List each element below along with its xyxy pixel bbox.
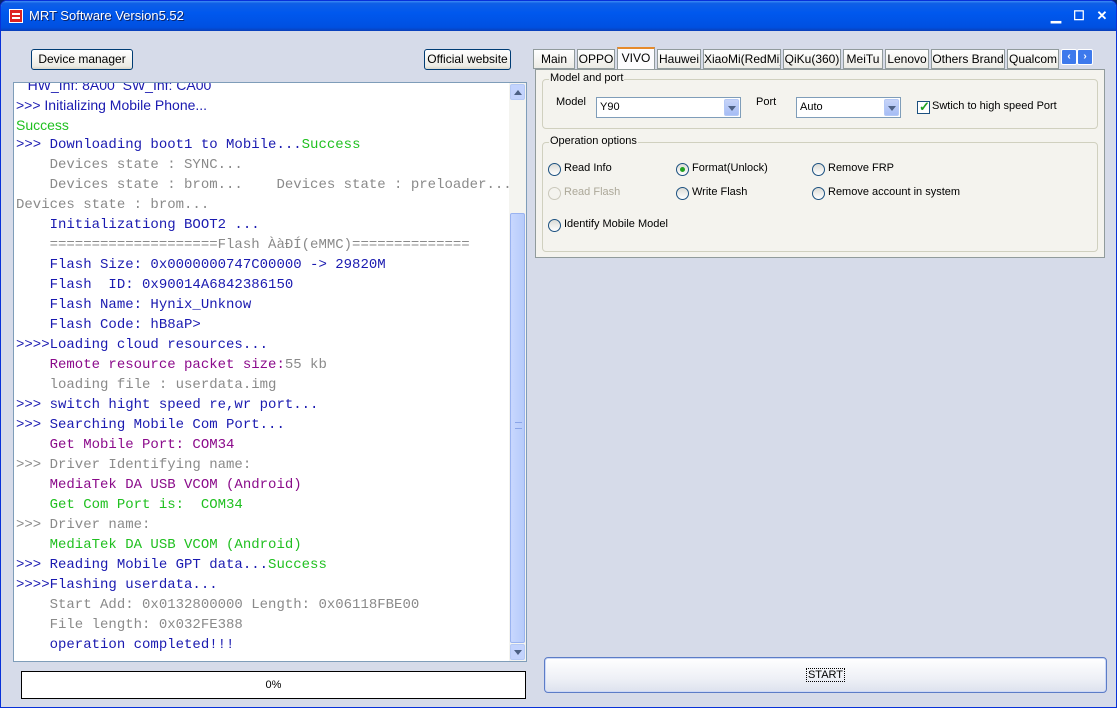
tab-meitu[interactable]: MeiTu — [843, 49, 883, 69]
remove-frp-radio[interactable] — [812, 163, 825, 176]
maximize-icon[interactable]: ☐ — [1069, 6, 1089, 26]
log-line: Remote resource packet size:55 kb — [16, 355, 506, 375]
log-line-segment: >>> Reading Mobile GPT data... — [16, 557, 269, 573]
format-unlock-radio[interactable] — [676, 163, 689, 176]
tab-oppo[interactable]: OPPO — [577, 49, 615, 69]
log-lines: HW_Inf: 8A00 SW_Inf: CA00 >>> Initializin… — [16, 82, 512, 655]
port-value: Auto — [800, 101, 823, 113]
tab-vivo[interactable]: VIVO — [617, 47, 655, 70]
start-button-label: START — [805, 668, 846, 682]
progress-bar: 0% — [21, 671, 526, 699]
log-line: Flash Size: 0x0000000747C00000 -> 29820M — [16, 257, 386, 273]
close-icon[interactable]: ✕ — [1092, 6, 1112, 26]
log-line: Success — [16, 117, 69, 133]
log-line: >>> Initializing Mobile Phone... — [16, 97, 208, 113]
log-line: Devices state : SYNC... — [16, 157, 243, 173]
log-line: >>>>Flashing userdata... — [16, 577, 218, 593]
chevron-down-icon[interactable] — [724, 99, 739, 116]
scroll-thumb[interactable] — [510, 213, 525, 643]
log-line: >>> Downloading boot1 to Mobile...Succes… — [16, 135, 506, 155]
operation-options-legend: Operation options — [549, 135, 638, 147]
remove-account-label[interactable]: Remove account in system — [828, 186, 960, 198]
read-info-label[interactable]: Read Info — [564, 162, 612, 174]
chevron-down-icon[interactable] — [884, 99, 899, 116]
title-bar[interactable]: MRT Software Version5.52 ▁ ☐ ✕ — [1, 1, 1116, 31]
port-select[interactable]: Auto — [796, 97, 901, 118]
log-output[interactable]: HW_Inf: 8A00 SW_Inf: CA00 >>> Initializin… — [13, 82, 527, 662]
log-line: operation completed!!! — [16, 637, 235, 653]
scroll-up-icon[interactable] — [510, 84, 525, 100]
chevron-left-icon[interactable]: ‹ — [1061, 49, 1077, 65]
brand-tabs: Main OPPO VIVO Hauwei XiaoMi(RedMi) QiKu(360)… — [533, 47, 1095, 70]
log-line: Devices state : brom... — [16, 197, 210, 213]
format-unlock-label[interactable]: Format(Unlock) — [692, 162, 768, 174]
progress-label: 0% — [265, 679, 282, 691]
tab-main[interactable]: Main — [533, 49, 575, 69]
log-line: >>> Driver name: — [16, 517, 151, 533]
log-line: Flash ID: 0x90014A6842386150 — [16, 277, 294, 293]
minimize-icon[interactable]: ▁ — [1046, 6, 1066, 26]
app-logo-icon — [9, 9, 23, 23]
client-area: Device manager Official website HW_Inf: … — [5, 31, 1112, 705]
log-line: ====================Flash ÀàÐÍ(eMMC)====… — [16, 237, 470, 253]
model-port-legend: Model and port — [549, 72, 625, 84]
log-line-segment: Success — [301, 137, 361, 153]
log-line: File length: 0x032FE388 — [16, 617, 243, 633]
read-flash-label: Read Flash — [564, 186, 621, 198]
log-line: MediaTek DA USB VCOM (Android) — [16, 477, 302, 493]
log-line: Flash Code: hB8aP> — [16, 317, 201, 333]
log-line: loading file : userdata.img — [16, 377, 277, 393]
log-line: >>> Driver Identifying name: — [16, 457, 252, 473]
tab-hauwei[interactable]: Hauwei — [657, 49, 701, 69]
port-label: Port — [756, 96, 777, 108]
model-label: Model — [556, 96, 586, 108]
log-line: HW_Inf: 8A00 SW_Inf: CA00 — [16, 82, 212, 93]
tab-lenovo[interactable]: Lenovo — [885, 49, 929, 69]
read-flash-radio — [548, 187, 561, 200]
log-line: >>> Reading Mobile GPT data...Success — [16, 555, 506, 575]
high-speed-checkbox[interactable] — [917, 99, 930, 115]
log-line: >>> switch hight speed re,wr port... — [16, 397, 319, 413]
log-scrollbar[interactable] — [509, 83, 526, 661]
log-line: MediaTek DA USB VCOM (Android) — [16, 537, 302, 553]
main-window: MRT Software Version5.52 ▁ ☐ ✕ Device ma… — [0, 0, 1117, 708]
log-line: Start Add: 0x0132800000 Length: 0x06118F… — [16, 597, 420, 613]
operation-options-group: Operation options Read Info Format(Unloc… — [542, 135, 1098, 252]
log-line: Flash Name: Hynix_Unknow — [16, 297, 252, 313]
tab-xiaomi-redmi[interactable]: XiaoMi(RedMi) — [703, 49, 781, 69]
tab-page-vivo: Model and port Model Y90 Port Auto Swtic… — [535, 69, 1105, 258]
tab-qualcom[interactable]: Qualcom — [1007, 49, 1059, 69]
write-flash-radio[interactable] — [676, 187, 689, 200]
identify-model-label[interactable]: Identify Mobile Model — [564, 218, 668, 230]
log-line: Get Mobile Port: COM34 — [16, 437, 235, 453]
official-website-button[interactable]: Official website — [424, 49, 511, 70]
high-speed-label: Swtich to high speed Port — [932, 100, 1057, 112]
left-toolbar: Device manager Official website — [5, 43, 527, 77]
log-line: Devices state : brom... Devices state : … — [16, 177, 512, 193]
log-line: >>> Searching Mobile Com Port... — [16, 417, 285, 433]
model-value: Y90 — [600, 101, 620, 113]
remove-frp-label[interactable]: Remove FRP — [828, 162, 894, 174]
chevron-right-icon[interactable]: › — [1077, 49, 1093, 65]
grip-icon — [515, 422, 522, 429]
tab-qiku-360[interactable]: QiKu(360) — [783, 49, 841, 69]
device-manager-button[interactable]: Device manager — [31, 49, 133, 70]
identify-model-radio[interactable] — [548, 219, 561, 232]
log-line-segment: Success — [268, 557, 327, 573]
model-port-group: Model and port Model Y90 Port Auto Swtic… — [542, 72, 1098, 129]
log-line: >>>>Loading cloud resources... — [16, 337, 269, 353]
window-title: MRT Software Version5.52 — [29, 8, 184, 23]
remove-account-radio[interactable] — [812, 187, 825, 200]
tab-others-brand[interactable]: Others Brand — [931, 49, 1005, 69]
scroll-down-icon[interactable] — [510, 644, 525, 660]
log-line-segment: 55 kb — [284, 357, 327, 373]
write-flash-label[interactable]: Write Flash — [692, 186, 747, 198]
model-select[interactable]: Y90 — [596, 97, 741, 118]
read-info-radio[interactable] — [548, 163, 561, 176]
start-button[interactable]: START — [544, 657, 1107, 693]
log-line: Get Com Port is: COM34 — [16, 497, 243, 513]
log-line-segment: >>> Downloading boot1 to Mobile... — [16, 137, 302, 153]
log-line: Initializationg BOOT2 ... — [16, 217, 260, 233]
log-line-segment: Remote resource packet size: — [16, 357, 285, 373]
